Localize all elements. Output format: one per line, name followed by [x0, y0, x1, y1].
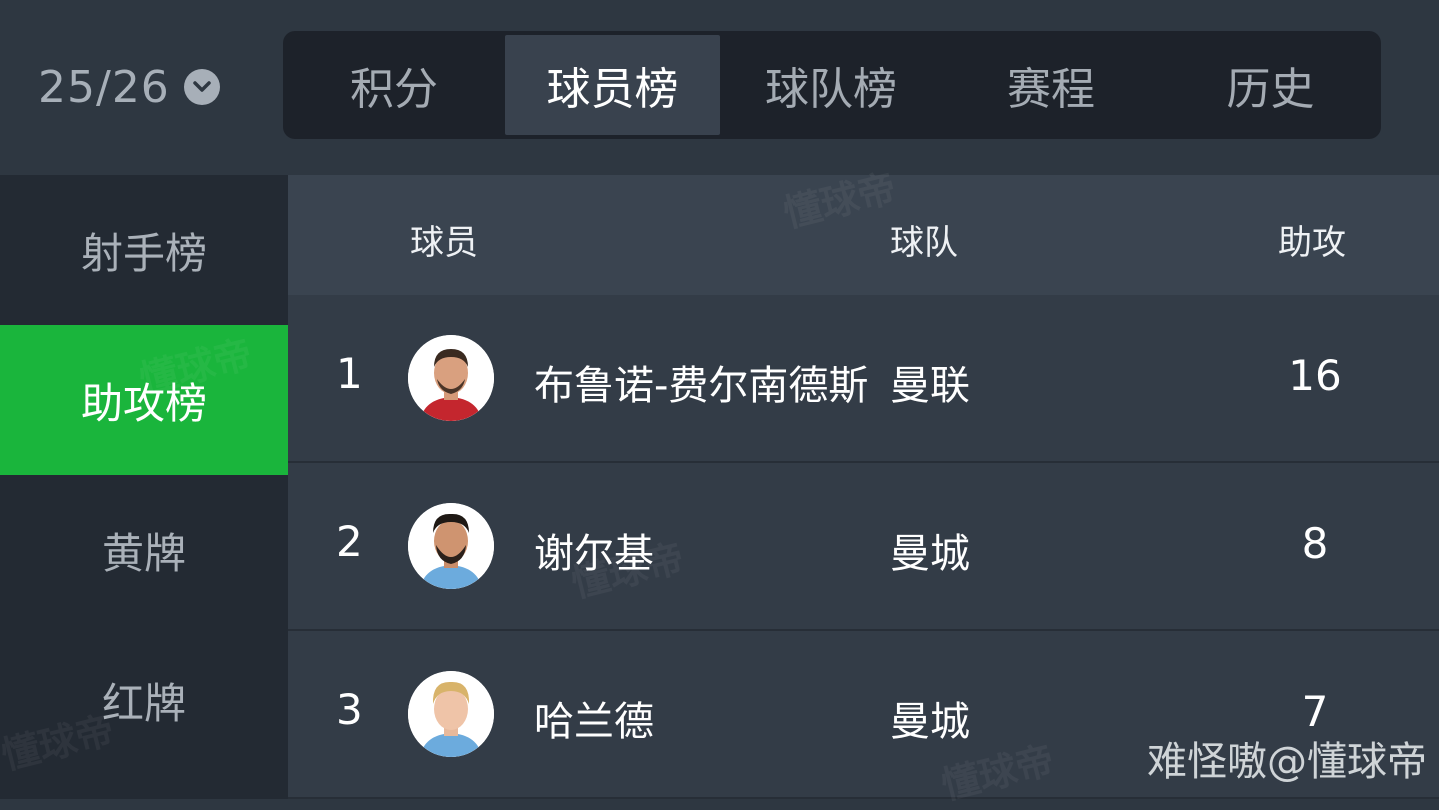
top-bar: 25/26 积分 球员榜 球队榜 赛程 历史 — [0, 0, 1439, 175]
player-avatar — [408, 671, 494, 757]
sidebar-item-top-scorers[interactable]: 射手榜 — [0, 175, 288, 325]
tab-schedule[interactable]: 赛程 — [942, 35, 1160, 135]
rank-number: 2 — [336, 517, 363, 566]
team-name: 曼城 — [890, 699, 970, 745]
player-avatar — [408, 335, 494, 421]
team-name: 曼联 — [890, 363, 970, 409]
player-name: 布鲁诺-费尔南德斯 — [534, 363, 869, 409]
assist-count: 16 — [1288, 351, 1342, 400]
season-label: 25/26 — [38, 61, 170, 113]
chevron-down-icon — [183, 69, 220, 105]
player-avatar — [408, 503, 494, 589]
player-name: 谢尔基 — [534, 531, 654, 577]
table-header: 球员 球队 助攻 — [288, 175, 1439, 295]
sidebar-item-assists[interactable]: 助攻榜 — [0, 325, 288, 475]
assist-count: 8 — [1301, 519, 1329, 568]
sidebar-item-red-cards[interactable]: 红牌 — [0, 625, 288, 775]
sidebar-item-yellow-cards[interactable]: 黄牌 — [0, 475, 288, 625]
column-header-team: 球队 — [890, 223, 958, 263]
table-row[interactable]: 2 谢尔基 曼城 8 — [288, 463, 1439, 631]
sidebar-item-label: 射手榜 — [80, 228, 207, 278]
rank-number: 1 — [336, 349, 363, 398]
category-sidebar: 射手榜 助攻榜 黄牌 红牌 — [0, 175, 288, 799]
tab-bar: 积分 球员榜 球队榜 赛程 历史 — [283, 31, 1381, 139]
tab-standings-label: 积分 — [350, 64, 438, 115]
sidebar-item-label: 助攻榜 — [80, 378, 207, 428]
rank-number: 3 — [336, 685, 363, 734]
column-header-player: 球员 — [410, 223, 478, 263]
column-header-assists: 助攻 — [1278, 223, 1346, 263]
team-name: 曼城 — [890, 531, 970, 577]
tab-history[interactable]: 历史 — [1160, 35, 1381, 135]
tab-player-rankings-label: 球员榜 — [546, 64, 679, 115]
tab-team-rankings-label: 球队榜 — [765, 64, 897, 115]
player-name: 哈兰德 — [534, 699, 654, 745]
tab-history-label: 历史 — [1226, 64, 1315, 115]
tab-standings[interactable]: 积分 — [283, 35, 505, 135]
tab-player-rankings[interactable]: 球员榜 — [505, 35, 720, 135]
author-credit: 难怪嗷@懂球帝 — [1147, 739, 1427, 785]
tab-team-rankings[interactable]: 球队榜 — [720, 35, 942, 135]
tab-schedule-label: 赛程 — [1007, 64, 1095, 115]
season-selector[interactable]: 25/26 — [38, 58, 220, 116]
assists-table: 球员 球队 助攻 1 布鲁诺-费尔南德斯 曼联 16 2 谢尔基 曼城 8 3 … — [288, 175, 1439, 799]
sidebar-item-label: 红牌 — [101, 678, 186, 728]
table-row[interactable]: 1 布鲁诺-费尔南德斯 曼联 16 — [288, 295, 1439, 463]
sidebar-item-label: 黄牌 — [101, 528, 186, 578]
